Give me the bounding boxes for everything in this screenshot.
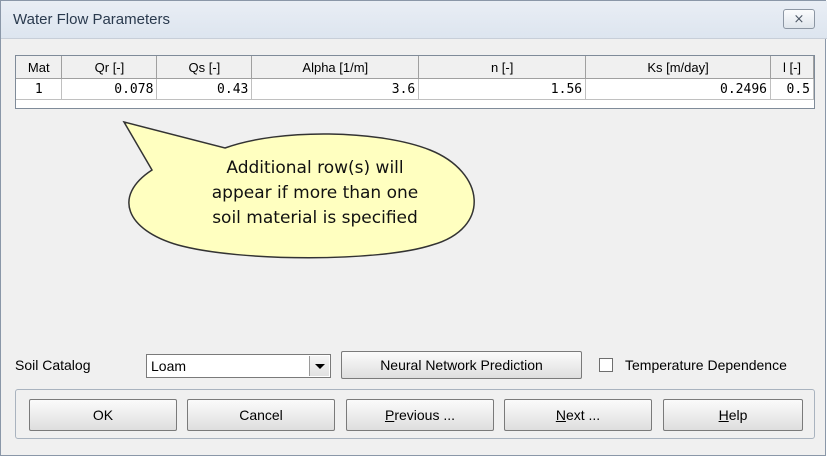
callout-line: appear if more than one	[211, 183, 419, 203]
callout-text: Additional row(s) will appear if more th…	[160, 156, 470, 231]
callout-line: soil material is specified	[212, 208, 418, 228]
callout-line: Additional row(s) will	[226, 158, 404, 178]
